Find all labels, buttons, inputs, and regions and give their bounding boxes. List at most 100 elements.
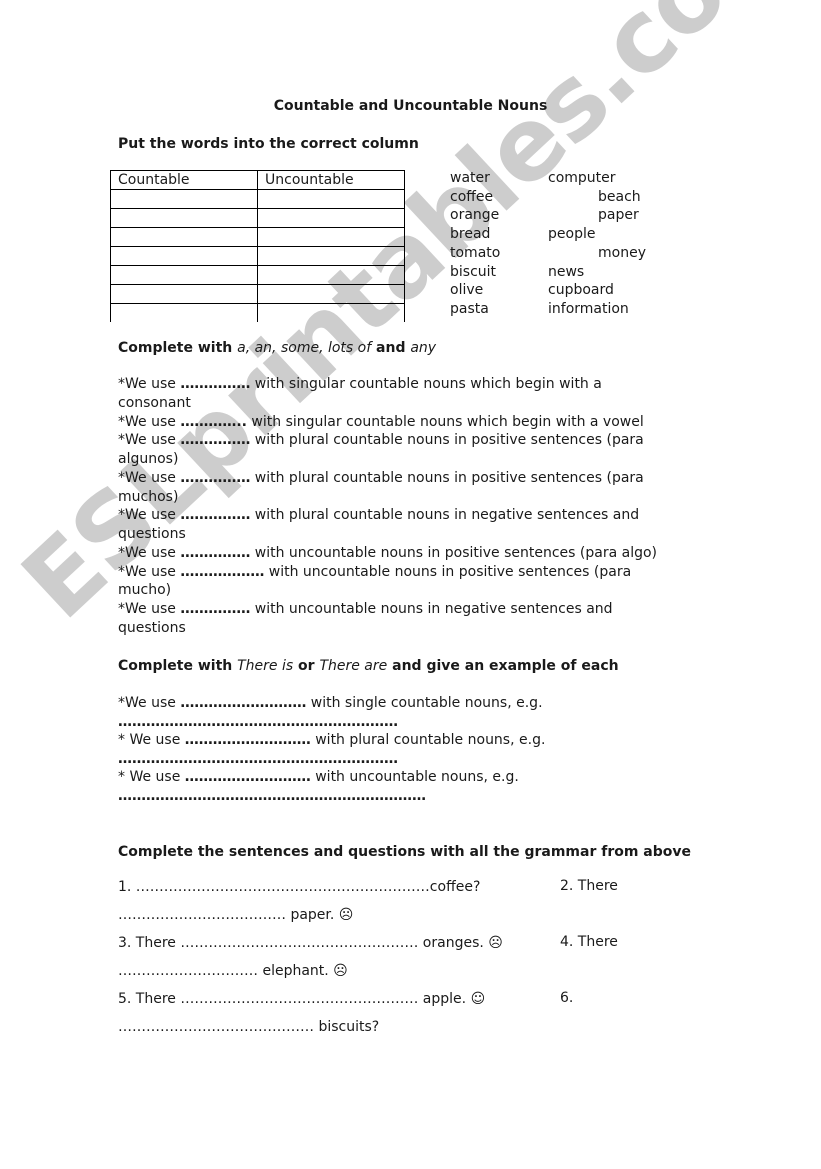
countable-cell[interactable]	[110, 265, 258, 285]
section3-heading: Complete with There is or There are and …	[118, 658, 619, 674]
word-item: orange	[450, 207, 500, 224]
line-text: with plural countable nouns in positive …	[250, 469, 644, 486]
answer-blank[interactable]: ………………	[180, 564, 264, 580]
line-text: questions	[118, 526, 186, 542]
exercise-line: *We use …………… with plural countable noun…	[118, 431, 644, 449]
heading-text: and	[371, 340, 411, 356]
exercise-line: *We use ………….. with singular countable n…	[118, 413, 644, 431]
sentence-item[interactable]: ………………………… elephant. ☹	[118, 962, 348, 980]
table-row	[110, 265, 405, 285]
answer-blank[interactable]: ………………………	[185, 769, 311, 785]
uncountable-cell[interactable]	[257, 284, 405, 304]
line-text: mucho)	[118, 582, 172, 599]
line-text: with single countable nouns, e.g.	[306, 695, 543, 711]
answer-blank[interactable]: …………..	[180, 414, 247, 430]
word-item: beach	[598, 188, 641, 205]
word-item: computer	[548, 170, 616, 186]
sentence-item[interactable]: 5. There …………………………………………… apple. ☺	[118, 990, 485, 1008]
countable-cell[interactable]	[110, 284, 258, 304]
line-text: with plural countable nouns, e.g.	[310, 732, 546, 749]
answer-blank[interactable]: ………………………	[185, 732, 311, 748]
heading-text: or	[293, 658, 320, 674]
answer-blank[interactable]: …………………………………………………………	[118, 788, 426, 804]
worksheet-page: ESLprintables.com Countable and Uncounta…	[0, 0, 821, 1169]
section2-heading: Complete with a, an, some, lots of and a…	[118, 340, 436, 356]
line-text: with singular countable nouns which begi…	[246, 413, 644, 430]
table-row	[110, 246, 405, 266]
word-item: olive	[450, 282, 484, 299]
word-item: bread	[450, 226, 491, 243]
exercise-line: questions	[118, 525, 186, 543]
page-title: Countable and Uncountable Nouns	[273, 98, 548, 114]
uncountable-cell[interactable]	[257, 265, 405, 285]
word-item: biscuit	[450, 263, 497, 280]
countable-cell[interactable]	[110, 189, 258, 209]
line-text: muchos)	[118, 488, 179, 505]
uncountable-cell[interactable]	[257, 303, 405, 322]
exercise-line: …………………………………………………………	[118, 787, 426, 805]
exercise-line: consonant	[118, 394, 191, 412]
exercise-line: *We use …………… with plural countable noun…	[118, 469, 644, 487]
line-text: with uncountable nouns in negative sente…	[250, 601, 613, 617]
table-row	[110, 208, 405, 228]
word-item: people	[548, 226, 596, 243]
word-item: pasta	[450, 300, 489, 317]
line-text: with plural countable nouns in negative …	[250, 507, 640, 524]
line-prefix: * We use	[118, 769, 185, 786]
countable-cell[interactable]	[110, 227, 258, 247]
exercise-line: *We use …………… with uncountable nouns in …	[118, 544, 657, 562]
answer-blank[interactable]: ……………	[180, 507, 250, 523]
countable-cell[interactable]	[110, 246, 258, 266]
word-bank-column-1: water coffee orange bread tomato biscuit…	[450, 169, 500, 319]
line-text: with singular countable nouns which begi…	[250, 376, 602, 392]
exercise-line: ……………………………………………………	[118, 750, 398, 768]
exercise-line: mucho)	[118, 581, 171, 599]
section4-heading: Complete the sentences and questions wit…	[118, 844, 692, 860]
heading-italic-words: a, an, some, lots of	[237, 340, 372, 356]
uncountable-cell[interactable]	[257, 189, 405, 209]
countable-header: Countable	[110, 170, 258, 190]
uncountable-cell[interactable]	[257, 208, 405, 228]
answer-blank[interactable]: ……………	[180, 545, 250, 561]
sentence-item[interactable]: 1. ………………………………………………………coffee?	[118, 878, 480, 896]
sentence-item[interactable]: 3. There …………………………………………… oranges. ☹	[118, 934, 503, 952]
sentence-item-start: 6.	[560, 990, 574, 1006]
line-prefix: *We use	[118, 601, 181, 617]
line-text: consonant	[118, 394, 191, 411]
answer-blank[interactable]: ………………………	[180, 695, 306, 711]
word-item: paper	[598, 207, 639, 224]
line-prefix: * We use	[118, 732, 185, 749]
heading-text: and give an example of each	[387, 658, 619, 674]
line-text: with plural countable nouns in positive …	[250, 432, 644, 449]
line-text: with uncountable nouns in positive sente…	[250, 544, 658, 561]
answer-blank[interactable]: ……………………………………………………	[118, 714, 398, 730]
sentence-item[interactable]: …………………………………… biscuits?	[118, 1018, 379, 1036]
sentence-item-start: 2. There	[560, 878, 618, 894]
exercise-line: *We use …………… with uncountable nouns in …	[118, 600, 613, 618]
uncountable-cell[interactable]	[257, 227, 405, 247]
countable-cell[interactable]	[110, 303, 258, 322]
answer-blank[interactable]: ……………………………………………………	[118, 751, 398, 767]
table-row	[110, 284, 405, 304]
line-prefix: *We use	[118, 376, 181, 392]
table-row	[110, 227, 405, 247]
line-prefix: *We use	[118, 413, 181, 430]
heading-italic-words: There are	[319, 658, 388, 674]
exercise-line: * We use ……………………… with plural countable…	[118, 731, 545, 749]
sentence-item-start: 4. There	[560, 934, 618, 950]
line-prefix: *We use	[118, 544, 181, 561]
line-text: with uncountable nouns in positive sente…	[264, 563, 632, 580]
exercise-line: *We use …………… with plural countable noun…	[118, 506, 639, 524]
answer-blank[interactable]: ……………	[180, 470, 250, 486]
answer-blank[interactable]: ……………	[180, 376, 250, 392]
line-text: with uncountable nouns, e.g.	[310, 769, 519, 786]
exercise-line: questions	[118, 619, 186, 637]
exercise-line: * We use ……………………… with uncountable noun…	[118, 768, 519, 786]
answer-blank[interactable]: ……………	[180, 601, 250, 617]
sentence-item[interactable]: ……………………………… paper. ☹	[118, 906, 353, 924]
answer-blank[interactable]: ……………	[180, 432, 250, 448]
uncountable-cell[interactable]	[257, 246, 405, 266]
line-prefix: *We use	[118, 507, 181, 524]
countable-cell[interactable]	[110, 208, 258, 228]
line-prefix: *We use	[118, 563, 181, 580]
